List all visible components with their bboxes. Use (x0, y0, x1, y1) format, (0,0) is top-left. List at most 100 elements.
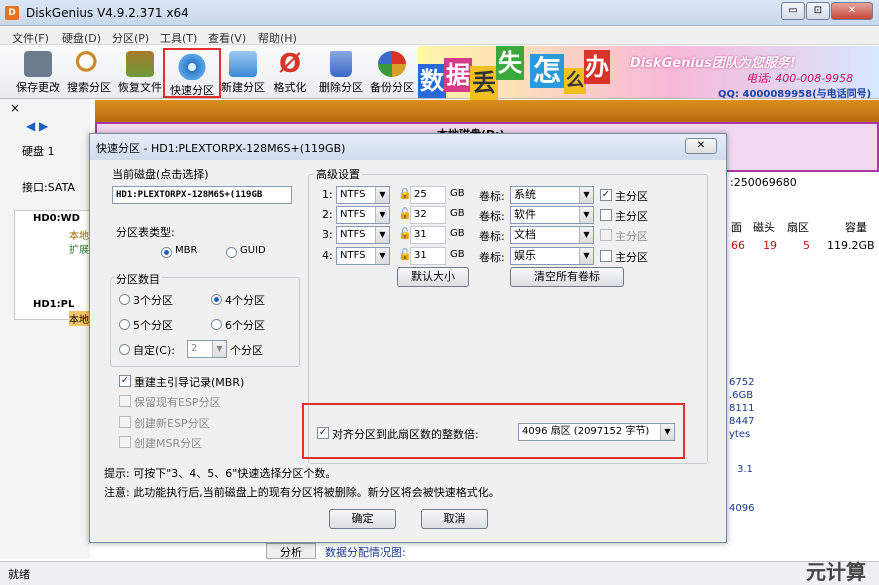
nav-arrows-icon[interactable]: ◀ ▶ (26, 119, 48, 133)
maximize-button[interactable]: ⊡ (806, 2, 830, 20)
default-size-button[interactable]: 默认大小 (397, 267, 469, 287)
menu-partition[interactable]: 分区(P) (112, 30, 149, 46)
ad-banner[interactable]: 数 据 丢 失 怎 么 办 DiskGenius团队为您服务! 电话: 400-… (418, 46, 879, 100)
align-select[interactable]: 4096 扇区 (2097152 字节) ▼ (518, 423, 675, 441)
menu-bar: 文件(F) 硬盘(D) 分区(P) 工具(T) 查看(V) 帮助(H) (0, 27, 879, 45)
recover-files-button[interactable]: 恢复文件 (114, 47, 166, 97)
guid-radio[interactable] (226, 247, 237, 258)
rebuild-mbr-checkbox[interactable]: ✓ (119, 375, 131, 387)
menu-view[interactable]: 查看(V) (208, 30, 246, 46)
banner-qq: QQ: 4000089958(与电话同号) (718, 89, 872, 100)
primary-checkbox[interactable] (600, 209, 612, 221)
table-type-label: 分区表类型: (116, 226, 175, 239)
volume-name-value: 软件 (514, 208, 536, 221)
count-5-radio[interactable] (119, 319, 130, 330)
chevron-down-icon: ▼ (375, 227, 389, 243)
tree-item[interactable]: 本地 (69, 227, 89, 242)
partition-index: 4: (322, 249, 333, 262)
status-text: 就绪 (8, 568, 30, 581)
volume-name-select[interactable]: 软件 ▼ (510, 206, 594, 224)
chevron-down-icon: ▼ (375, 248, 389, 264)
col-head: 面 (731, 221, 742, 234)
banner-char: 办 (584, 50, 610, 84)
backup-icon (378, 51, 406, 77)
volume-label-caption: 卷标: (479, 251, 505, 264)
current-disk-field[interactable]: HD1:PLEXTORPX-128M6S+(119GB (112, 186, 292, 204)
menu-help[interactable]: 帮助(H) (258, 30, 297, 46)
minimize-button[interactable]: ▭ (781, 2, 805, 20)
mbr-radio[interactable] (161, 247, 172, 258)
keep-esp-checkbox[interactable] (119, 395, 131, 407)
volume-name-select[interactable]: 娱乐 ▼ (510, 247, 594, 265)
size-input[interactable]: 32 (410, 206, 446, 224)
align-checkbox[interactable]: ✓ (317, 427, 329, 439)
size-unit: GB (450, 188, 465, 199)
chevron-down-icon: ▼ (212, 341, 226, 357)
primary-checkbox[interactable] (600, 250, 612, 262)
fs-select[interactable]: NTFS ▼ (336, 186, 390, 204)
cell: 66 (731, 239, 745, 252)
tree-item[interactable]: 扩展 (69, 241, 89, 256)
new-partition-label: 新建分区 (221, 81, 265, 94)
custom-count-radio[interactable] (119, 344, 130, 355)
mbr-label: MBR (175, 245, 198, 256)
volume-label-caption: 卷标: (479, 210, 505, 223)
tree-item[interactable]: HD0:WD (33, 213, 80, 224)
current-disk-label: 当前磁盘(点击选择) (112, 168, 209, 181)
menu-tools[interactable]: 工具(T) (160, 30, 197, 46)
close-panel-icon[interactable]: × (10, 101, 20, 115)
status-bar: 就绪 元计算 (0, 560, 879, 585)
search-partition-button[interactable]: 搜索分区 (63, 47, 115, 97)
size-input[interactable]: 31 (410, 247, 446, 265)
volume-name-select[interactable]: 文档 ▼ (510, 226, 594, 244)
disk-map-bar[interactable] (95, 100, 879, 122)
chevron-down-icon: ▼ (375, 187, 389, 203)
size-input[interactable]: 25 (410, 186, 446, 204)
count-4-radio[interactable] (211, 294, 222, 305)
volume-name-value: 系统 (514, 188, 536, 201)
banner-char: 丢 (470, 66, 498, 100)
menu-disk[interactable]: 硬盘(D) (62, 30, 101, 46)
info-line: 8111 (729, 403, 755, 414)
new-partition-button[interactable]: 新建分区 (217, 47, 269, 97)
volume-name-select[interactable]: 系统 ▼ (510, 186, 594, 204)
tab-analyze[interactable]: 分析 (266, 543, 316, 559)
backup-partition-button[interactable]: 备份分区 (366, 47, 418, 97)
menu-file[interactable]: 文件(F) (12, 30, 49, 46)
count-6-radio[interactable] (211, 319, 222, 330)
create-esp-checkbox[interactable] (119, 416, 131, 428)
create-msr-checkbox[interactable] (119, 436, 131, 448)
count-6-label: 6个分区 (225, 319, 265, 332)
chevron-down-icon: ▼ (579, 227, 593, 243)
format-label: 格式化 (273, 81, 307, 94)
custom-count-select[interactable]: 2 ▼ (187, 340, 227, 358)
fs-select[interactable]: NTFS ▼ (336, 206, 390, 224)
create-msr-label: 创建MSR分区 (134, 437, 203, 450)
fs-select[interactable]: NTFS ▼ (336, 247, 390, 265)
fs-select[interactable]: NTFS ▼ (336, 226, 390, 244)
left-panel: × ◀ ▶ 硬盘 1 接口:SATA HD0:WD 本地 扩展 HD1:PL 本… (0, 99, 90, 559)
delete-partition-button[interactable]: 删除分区 (315, 47, 367, 97)
format-button[interactable]: Ø 格式化 (264, 47, 316, 97)
size-input[interactable]: 31 (410, 226, 446, 244)
clear-labels-button[interactable]: 清空所有卷标 (510, 267, 624, 287)
tree-item[interactable]: HD1:PL (33, 299, 74, 310)
info-line: 6752 (729, 377, 755, 388)
save-changes-button[interactable]: 保存更改 (12, 47, 64, 97)
cell: 119.2GB (827, 239, 875, 252)
close-button[interactable]: ✕ (831, 2, 873, 20)
primary-checkbox[interactable]: ✓ (600, 189, 612, 201)
dialog-close-button[interactable]: ✕ (685, 138, 717, 154)
custom-count-unit: 个分区 (230, 344, 263, 357)
info-line: 8447 (729, 416, 755, 427)
disk-tree[interactable]: HD0:WD 本地 扩展 HD1:PL 本地 (14, 210, 90, 326)
ok-button[interactable]: 确定 (329, 509, 396, 529)
count-3-radio[interactable] (119, 294, 130, 305)
quick-partition-button[interactable]: 快速分区 (163, 48, 221, 98)
col-head: 磁头 (753, 221, 775, 234)
primary-checkbox[interactable] (600, 229, 612, 241)
watermark: 元计算 (806, 560, 866, 584)
banner-company: DiskGenius团队为您服务! (630, 56, 796, 71)
tree-item[interactable]: 本地 (69, 311, 89, 326)
cancel-button[interactable]: 取消 (421, 509, 488, 529)
